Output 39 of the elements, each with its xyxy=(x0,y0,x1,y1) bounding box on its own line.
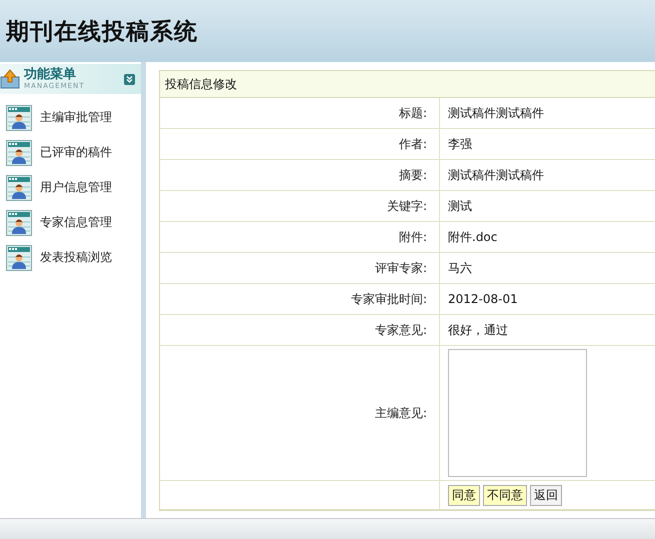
menu-item-label: 发表投稿浏览 xyxy=(40,249,112,266)
menu-item[interactable]: 专家信息管理 xyxy=(0,205,141,240)
menu-item-label: 用户信息管理 xyxy=(40,179,112,196)
user-list-icon xyxy=(6,140,32,166)
user-list-icon xyxy=(6,244,32,270)
field-value: 2012-08-01 xyxy=(448,292,518,306)
field-value: 李强 xyxy=(448,136,472,152)
form-button[interactable]: 同意 xyxy=(448,484,480,506)
menu-item[interactable]: 用户信息管理 xyxy=(0,170,141,205)
user-list-icon xyxy=(6,104,32,130)
menu-item[interactable]: 主编审批管理 xyxy=(0,100,141,135)
form-button[interactable]: 不同意 xyxy=(483,484,527,506)
field-label: 主编意见: xyxy=(374,404,427,422)
field-label: 附件: xyxy=(398,228,427,246)
menu-item[interactable]: 发表投稿浏览 xyxy=(0,240,141,275)
menu-item-label: 已评审的稿件 xyxy=(40,144,112,161)
user-list-icon xyxy=(6,174,32,200)
field-label: 专家审批时间: xyxy=(350,290,427,308)
menu-item-label: 专家信息管理 xyxy=(40,214,112,231)
form-button[interactable]: 返回 xyxy=(530,484,562,506)
collapse-icon[interactable] xyxy=(124,74,135,84)
field-value: 马六 xyxy=(448,260,472,276)
form-title: 投稿信息修改 xyxy=(160,71,655,98)
menu-item-label: 主编审批管理 xyxy=(40,109,112,126)
menu-title: 功能菜单 xyxy=(24,68,77,82)
field-label: 作者: xyxy=(398,136,427,152)
field-value: 测试稿件测试稿件 xyxy=(448,104,544,122)
field-label: 标题: xyxy=(398,104,427,122)
field-value: 很好，通过 xyxy=(448,322,508,338)
field-value: 测试 xyxy=(448,198,472,214)
field-label: 关键字: xyxy=(386,198,427,214)
field-label: 专家意见: xyxy=(374,322,427,338)
system-title: 期刊在线投稿系统 xyxy=(6,18,198,46)
user-list-icon xyxy=(6,210,32,236)
field-label: 评审专家: xyxy=(374,260,427,276)
menu-item[interactable]: 已评审的稿件 xyxy=(0,135,141,170)
field-value: 测试稿件测试稿件 xyxy=(448,166,544,184)
field-value: 附件.doc xyxy=(448,228,498,246)
field-label: 摘要: xyxy=(398,166,427,184)
